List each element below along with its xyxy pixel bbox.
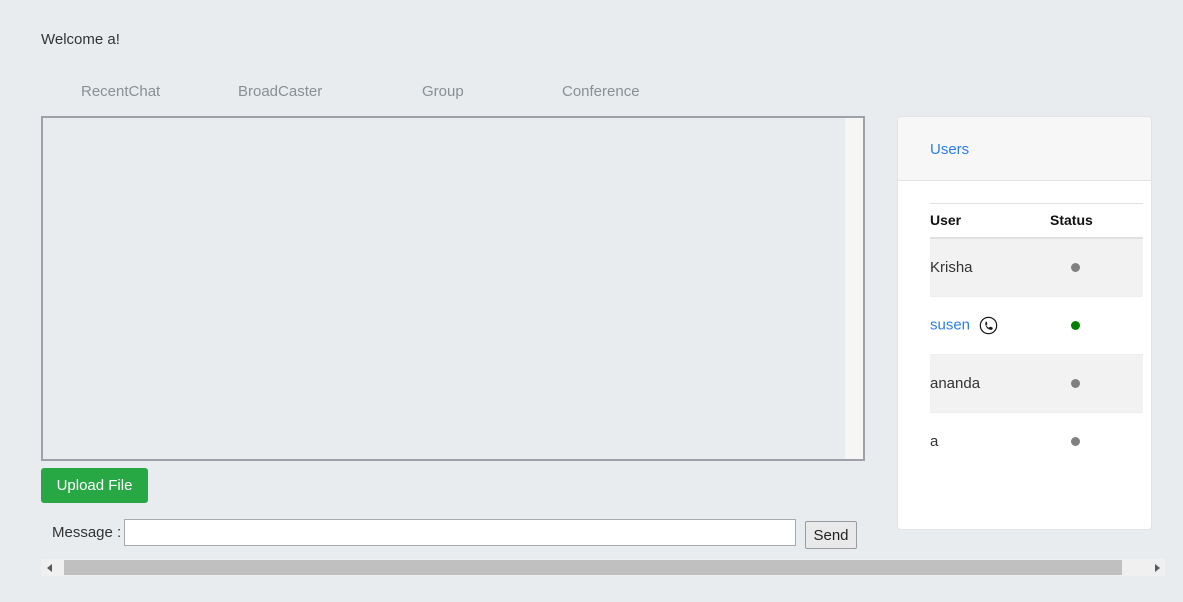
status-cell <box>1050 238 1143 297</box>
status-offline-icon <box>1071 379 1080 389</box>
status-cell <box>1050 296 1143 355</box>
users-panel: Users User Status Krisha susen ananda a <box>897 116 1152 530</box>
scroll-left-arrow-button[interactable] <box>41 559 58 576</box>
users-table-head: User Status <box>930 203 1143 239</box>
status-offline-icon <box>1071 263 1080 273</box>
upload-file-button[interactable]: Upload File <box>41 468 148 503</box>
tab-recentchat[interactable]: RecentChat <box>81 78 160 106</box>
message-input[interactable] <box>124 519 796 546</box>
scroll-right-arrow-button[interactable] <box>1148 559 1165 576</box>
user-cell: Krisha <box>930 238 1050 297</box>
users-table-body: Krisha susen ananda a <box>930 238 1143 470</box>
user-cell: a <box>930 413 1050 471</box>
user-cell: ananda <box>930 354 1050 413</box>
table-row[interactable]: Krisha <box>930 238 1143 297</box>
tab-bar: RecentChat BroadCaster Group Conference <box>41 78 865 108</box>
triangle-left-icon <box>46 563 52 572</box>
user-cell: susen <box>930 296 1050 355</box>
horizontal-scrollbar[interactable] <box>41 559 1165 576</box>
status-online-icon <box>1071 321 1080 331</box>
chat-message-list <box>43 118 845 459</box>
user-name: Krisha <box>930 258 973 276</box>
phone-call-icon[interactable] <box>979 316 998 335</box>
users-link[interactable]: Users <box>930 141 969 158</box>
status-offline-icon <box>1071 437 1080 447</box>
column-header-status: Status <box>1050 203 1143 239</box>
status-cell <box>1050 354 1143 413</box>
chat-vertical-scrollbar[interactable] <box>845 118 863 459</box>
table-row[interactable]: ananda <box>930 354 1143 413</box>
send-button[interactable]: Send <box>805 521 857 549</box>
chat-display-panel <box>41 116 865 461</box>
tab-conference[interactable]: Conference <box>562 78 640 106</box>
user-name: ananda <box>930 374 981 392</box>
tab-broadcaster[interactable]: BroadCaster <box>238 78 322 106</box>
table-row[interactable]: susen <box>930 296 1143 355</box>
users-panel-header: Users <box>898 117 1151 181</box>
table-row[interactable]: a <box>930 413 1143 471</box>
welcome-text: Welcome a! <box>41 31 120 48</box>
message-label: Message : <box>52 524 122 541</box>
users-table-header-row: User Status <box>930 203 1143 239</box>
tab-group[interactable]: Group <box>422 78 464 106</box>
status-cell <box>1050 413 1143 471</box>
column-header-user: User <box>930 203 1050 239</box>
user-name-link[interactable]: susen <box>930 316 970 333</box>
users-panel-body: User Status Krisha susen ananda a <box>898 203 1151 470</box>
triangle-right-icon <box>1154 563 1160 572</box>
users-table: User Status Krisha susen ananda a <box>930 203 1143 470</box>
user-name: a <box>930 432 939 450</box>
scrollbar-thumb[interactable] <box>64 560 1122 575</box>
